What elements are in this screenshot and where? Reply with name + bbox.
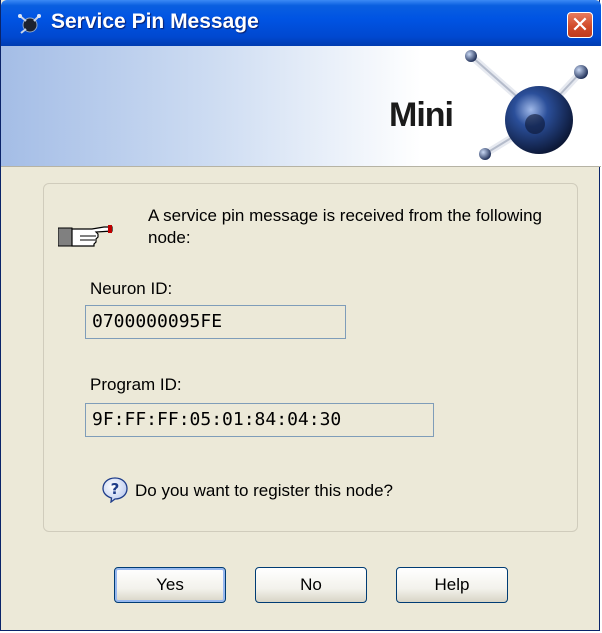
register-question: Do you want to register this node? — [135, 481, 393, 500]
question-icon: ? — [102, 477, 128, 503]
close-button[interactable]: ✕ — [567, 12, 593, 38]
svg-text:?: ? — [111, 480, 120, 498]
yes-button[interactable]: Yes — [114, 567, 226, 603]
help-button[interactable]: Help — [396, 567, 508, 603]
program-id-field[interactable]: 9F:FF:FF:05:01:84:04:30 — [85, 403, 434, 437]
product-name: Mini — [389, 96, 454, 134]
pointing-hand-icon — [58, 225, 113, 247]
neuron-id-field[interactable]: 0700000095FE — [85, 305, 346, 339]
service-pin-dialog: Service Pin Message ✕ Mini A service pin… — [0, 0, 601, 631]
program-id-label: Program ID: — [90, 375, 182, 394]
window-title: Service Pin Message — [51, 10, 259, 33]
close-icon: ✕ — [570, 12, 590, 37]
no-button[interactable]: No — [255, 567, 367, 603]
title-bar[interactable]: Service Pin Message ✕ — [1, 0, 601, 46]
sphere-logo-icon — [465, 50, 588, 160]
neuron-id-label: Neuron ID: — [90, 279, 173, 298]
app-icon — [18, 14, 41, 34]
service-pin-message: A service pin message is received from t… — [148, 206, 543, 247]
